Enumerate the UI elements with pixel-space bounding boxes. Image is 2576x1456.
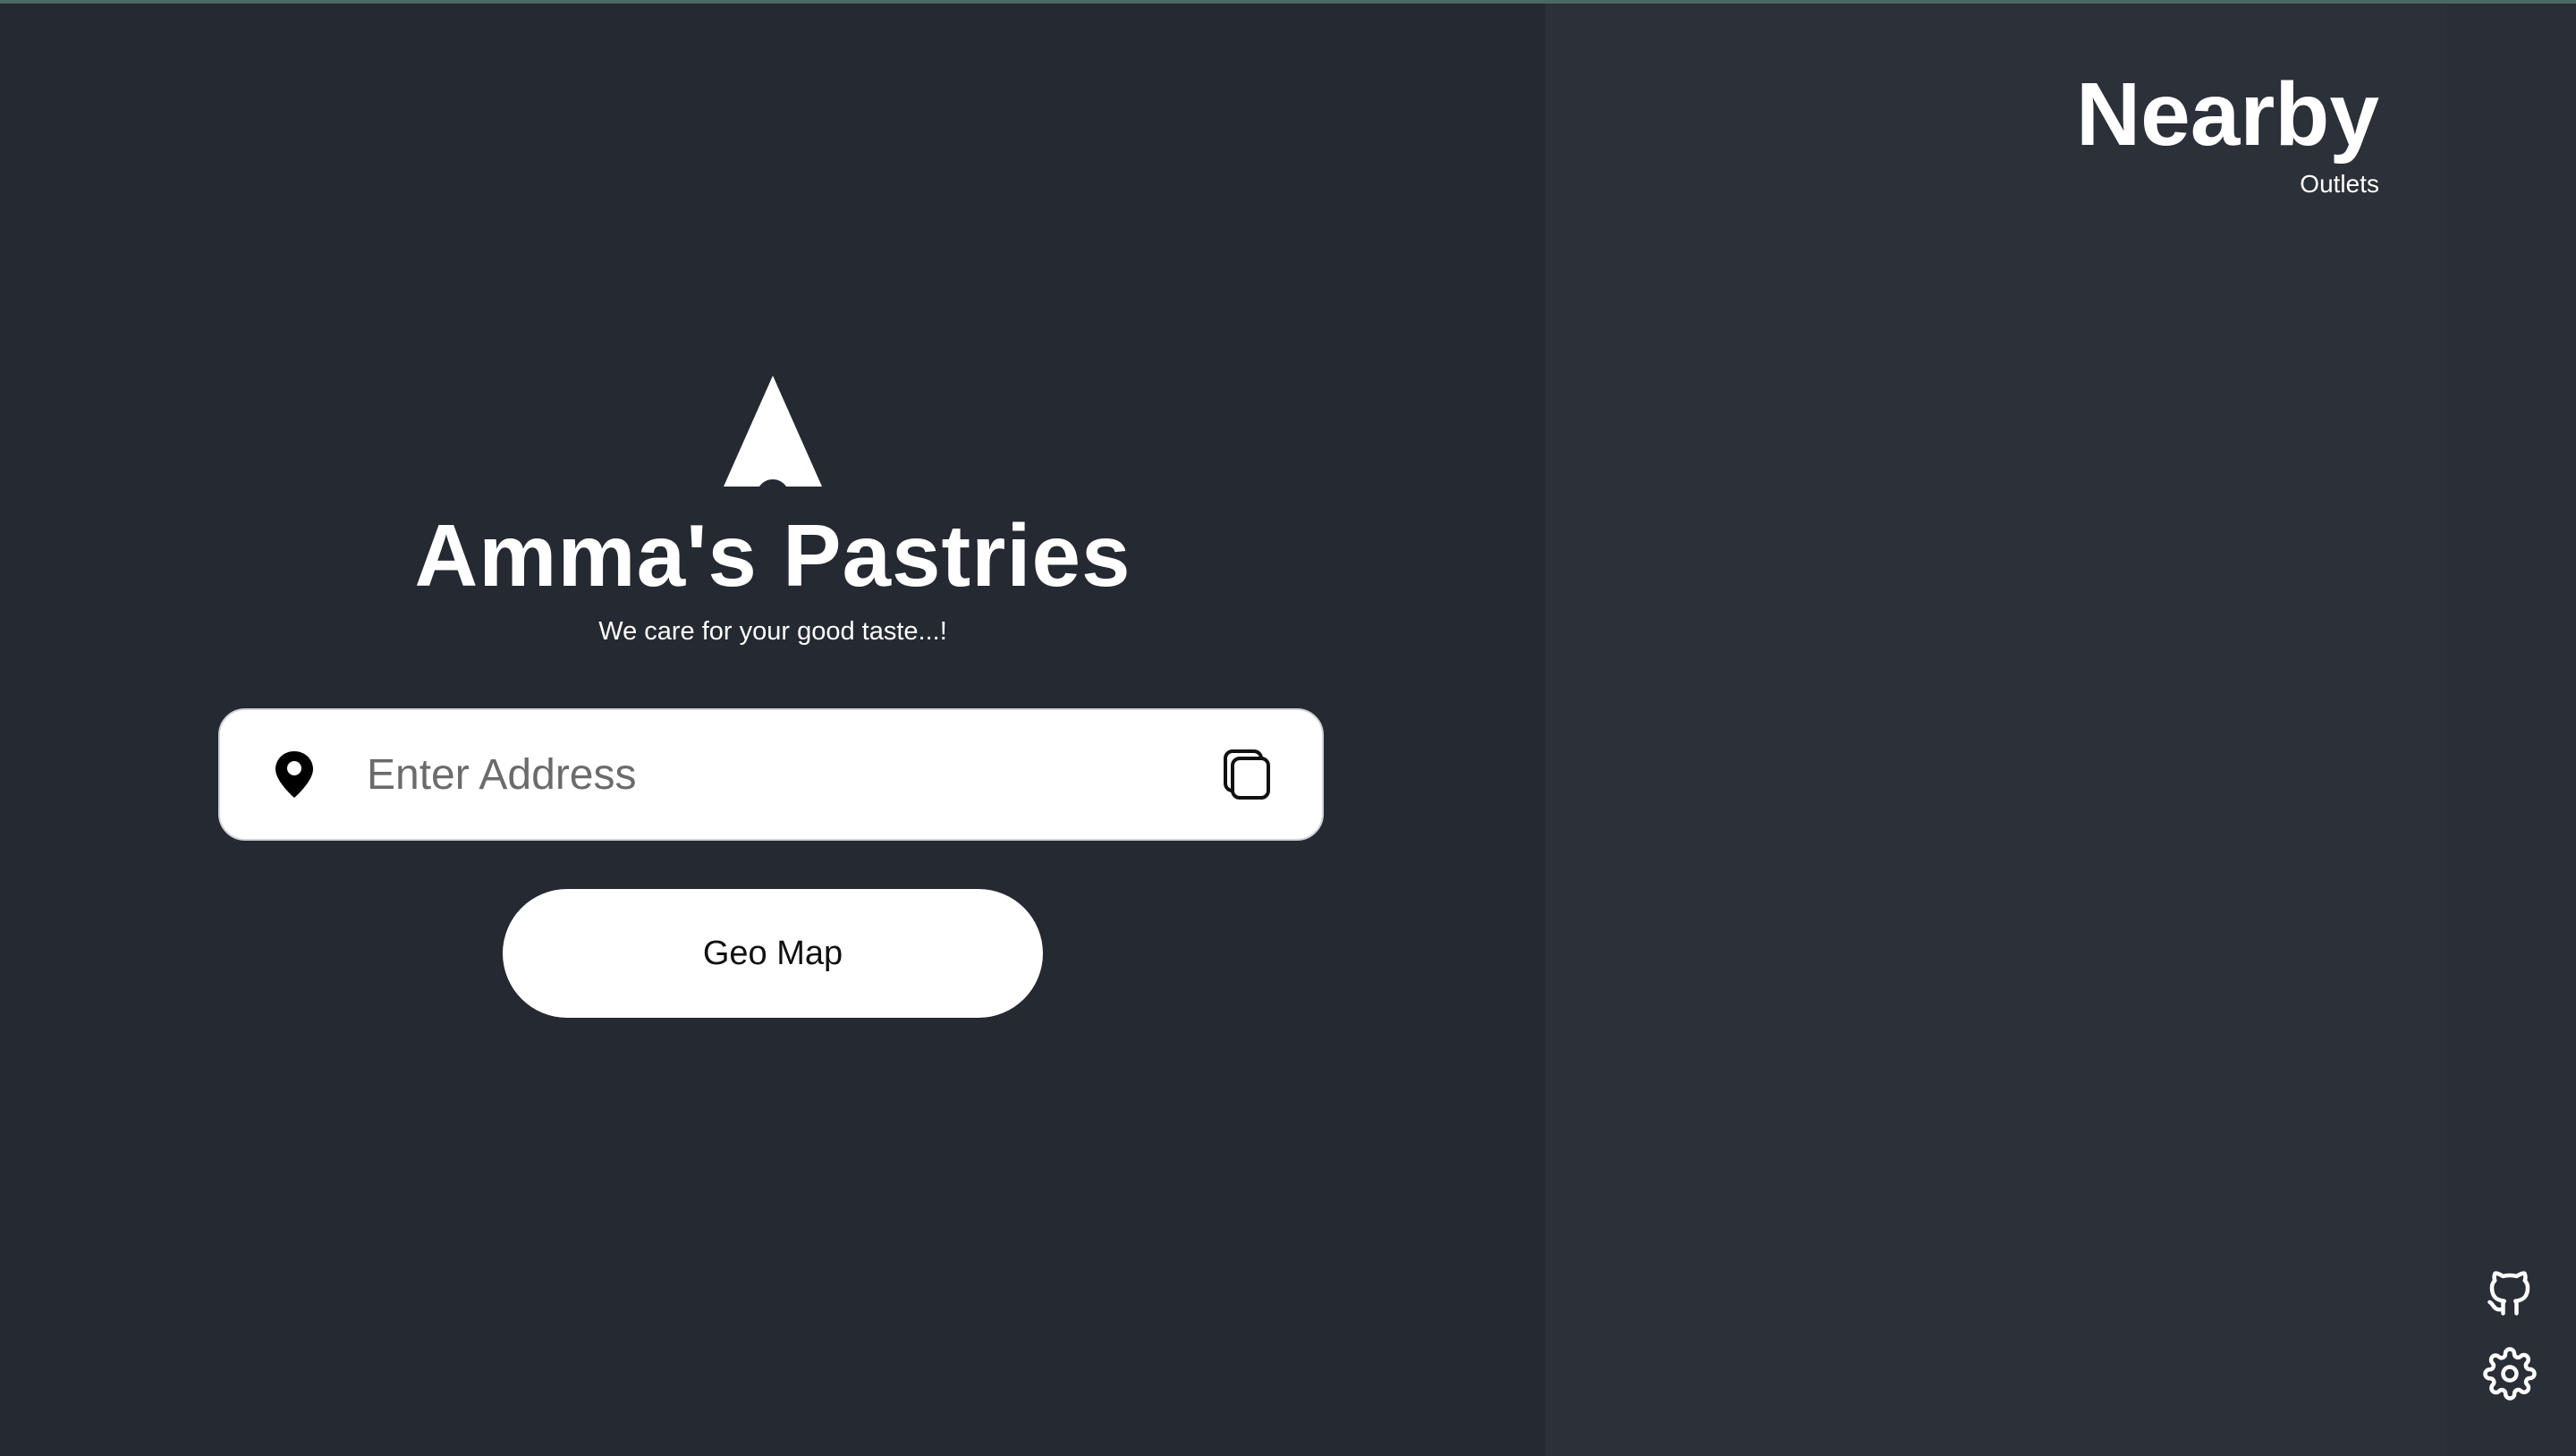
address-input[interactable] xyxy=(365,749,1222,800)
nearby-subtitle: Outlets xyxy=(2300,170,2379,198)
geo-map-button[interactable]: Geo Map xyxy=(503,889,1043,1018)
side-rail xyxy=(2447,4,2576,1456)
location-pin-icon xyxy=(275,751,313,798)
triangle-logo-icon xyxy=(724,376,822,487)
app-window: Amma's Pastries We care for your good ta… xyxy=(0,0,2576,1456)
brand-block: Amma's Pastries We care for your good ta… xyxy=(0,376,1546,645)
copy-icon[interactable] xyxy=(1222,748,1272,801)
nearby-header: Nearby Outlets xyxy=(2076,70,2379,197)
brand-title: Amma's Pastries xyxy=(414,506,1131,605)
gear-icon[interactable] xyxy=(2483,1347,2537,1401)
github-icon[interactable] xyxy=(2483,1266,2537,1320)
brand-tagline: We care for your good taste...! xyxy=(598,617,947,646)
nearby-outlets-panel xyxy=(1546,4,2447,1456)
nearby-title: Nearby xyxy=(2075,64,2379,165)
address-field[interactable] xyxy=(218,708,1324,841)
